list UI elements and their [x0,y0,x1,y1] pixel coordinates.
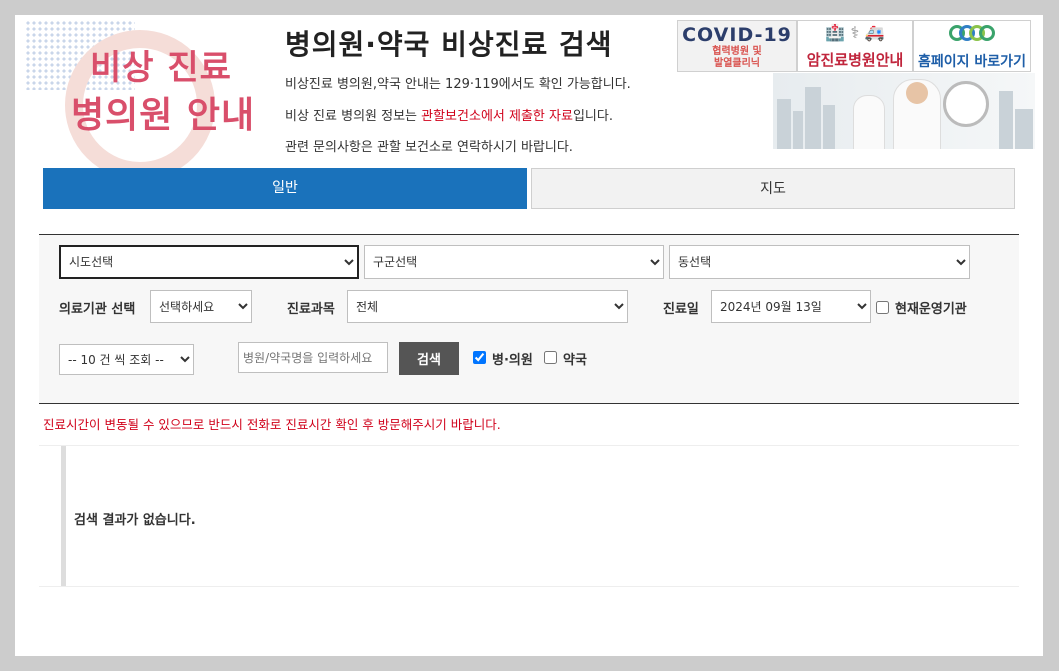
institution-select[interactable]: 선택하세요 [150,290,252,323]
open-now-label: 현재운영기관 [895,302,967,317]
hospital-label: 병·의원 [492,353,533,368]
tab-map[interactable]: 지도 [531,168,1015,209]
info-line-2-highlight: 관할보건소에서 제출한 자료 [421,109,573,124]
info-line-2: 비상 진료 병의원 정보는 관할보건소에서 제출한 자료입니다. [285,105,613,124]
info-line-2-prefix: 비상 진료 병의원 정보는 [285,109,422,124]
covid-banner-title: COVID-19 [682,24,792,46]
page-size-select[interactable]: -- 10 건 씩 조회 -- [59,344,194,375]
page: 비상 진료 병의원 안내 병의원·약국 비상진료 검색 비상진료 병의원,약국 … [15,15,1043,656]
info-line-2-suffix: 입니다. [572,109,613,124]
cancer-hospital-banner-label: 암진료병원안내 [806,51,904,69]
logo-line1: 비상 진료 [90,48,232,88]
tab-bar: 일반 지도 [43,168,1015,209]
search-panel: 시도선택 구군선택 동선택 의료기관 선택 선택하세요 진료과목 전체 진료일 … [39,234,1019,404]
empty-results-message: 검색 결과가 없습니다. [74,513,196,528]
page-title: 병의원·약국 비상진료 검색 [285,28,613,61]
cancer-hospital-banner[interactable]: 🏥 ⚕ 🚑 암진료병원안내 [797,20,913,72]
info-line-3: 관련 문의사항은 관할 보건소로 연락하시기 바랍니다. [285,140,573,155]
info-line-1: 비상진료 병의원,약국 안내는 129·119에서도 확인 가능합니다. [285,77,631,92]
homepage-banner[interactable]: 홈페이지 바로가기 [913,20,1031,72]
name-search-input[interactable] [238,342,388,373]
homepage-logo-icon [914,21,1030,51]
open-now-checkbox[interactable] [876,301,889,314]
dept-label: 진료과목 [287,302,335,317]
covid-banner-line2: 발열클리닉 [714,58,760,69]
hospital-checkbox[interactable] [473,351,486,364]
logo: 비상 진료 병의원 안내 [25,20,265,180]
nurse-figure [853,95,885,149]
covid-banner[interactable]: COVID-19 협력병원 및 발열클리닉 [677,20,797,72]
pharmacy-label: 약국 [563,353,587,368]
date-select[interactable]: 2024년 09월 13일 [711,290,871,323]
doctor-figure [893,79,941,149]
institution-label: 의료기관 선택 [59,302,136,317]
hospital-building-icon: 🏥 ⚕ 🚑 [825,23,885,42]
pharmacy-checkbox[interactable] [544,351,557,364]
results-left-bar [61,446,66,586]
search-button[interactable]: 검색 [399,342,459,375]
covid-banner-line1: 협력병원 및 [712,46,762,57]
tab-general[interactable]: 일반 [43,168,527,209]
dong-select[interactable]: 동선택 [669,245,970,279]
gugun-select[interactable]: 구군선택 [364,245,664,279]
date-label: 진료일 [663,302,699,317]
dept-select[interactable]: 전체 [347,290,628,323]
results-area: 검색 결과가 없습니다. [39,445,1019,587]
notice-text: 진료시간이 변동될 수 있으므로 반드시 전화로 진료시간 확인 후 방문해주시… [43,417,501,432]
clock-icon [943,81,989,127]
logo-line2: 병의원 안내 [71,95,256,136]
homepage-banner-label: 홈페이지 바로가기 [918,54,1026,70]
sido-select[interactable]: 시도선택 [59,245,359,279]
doctor-illustration [773,73,1035,149]
